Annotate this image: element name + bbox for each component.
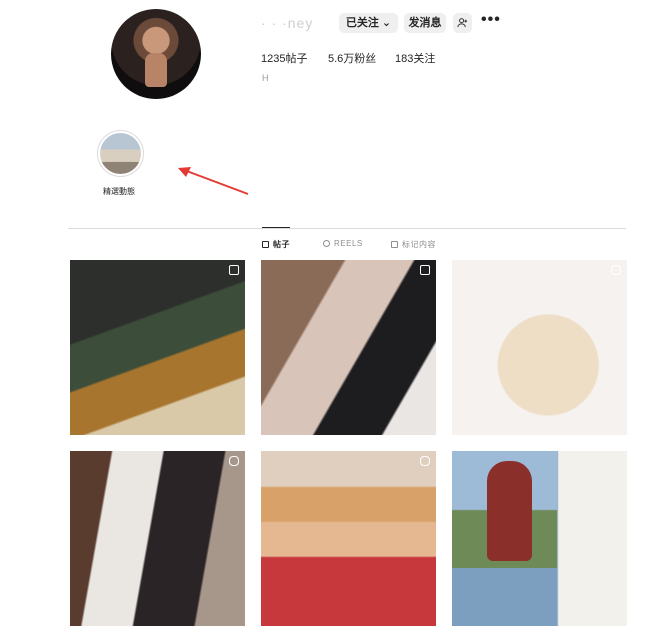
profile-avatar[interactable] <box>111 9 201 99</box>
tab-reels[interactable]: REELS <box>323 239 363 248</box>
tab-posts-label: 帖子 <box>273 240 290 249</box>
more-options-icon[interactable]: ••• <box>481 11 501 29</box>
post-thumbnail[interactable] <box>70 260 245 435</box>
multi-photo-icon <box>420 265 430 275</box>
tab-reels-label: REELS <box>334 239 363 248</box>
posts-count[interactable]: 1235帖子 <box>261 50 307 66</box>
tab-tagged-label: 标记内容 <box>402 240 436 249</box>
bio-text: H <box>262 73 269 83</box>
reels-icon <box>323 240 330 247</box>
story-highlight[interactable] <box>97 130 144 177</box>
tag-icon <box>391 241 398 248</box>
message-button[interactable]: 发消息 <box>404 13 446 33</box>
add-user-icon <box>457 18 468 28</box>
highlight-thumbnail <box>100 133 141 174</box>
reel-icon <box>229 456 239 466</box>
tabs-divider <box>68 228 626 229</box>
active-tab-indicator <box>262 227 290 228</box>
tab-posts[interactable]: 帖子 <box>262 239 290 250</box>
following-count[interactable]: 183关注 <box>395 50 435 66</box>
username: · · ·ney <box>261 15 314 31</box>
following-button[interactable]: 已关注 ⌄ <box>339 13 398 33</box>
post-thumbnail[interactable] <box>261 260 436 435</box>
annotation-arrow-icon <box>178 167 249 195</box>
post-thumbnail[interactable] <box>452 260 627 435</box>
grid-icon <box>262 241 269 248</box>
post-thumbnail[interactable] <box>261 451 436 626</box>
add-user-button[interactable] <box>453 13 472 33</box>
post-thumbnail[interactable] <box>452 451 627 626</box>
followers-count[interactable]: 5.6万粉丝 <box>328 50 376 66</box>
multi-photo-icon <box>229 265 239 275</box>
tab-tagged[interactable]: 标记内容 <box>391 239 436 250</box>
highlight-label: 精選動態 <box>103 187 135 196</box>
reel-icon <box>611 265 621 275</box>
post-thumbnail[interactable] <box>70 451 245 626</box>
reel-icon <box>420 456 430 466</box>
